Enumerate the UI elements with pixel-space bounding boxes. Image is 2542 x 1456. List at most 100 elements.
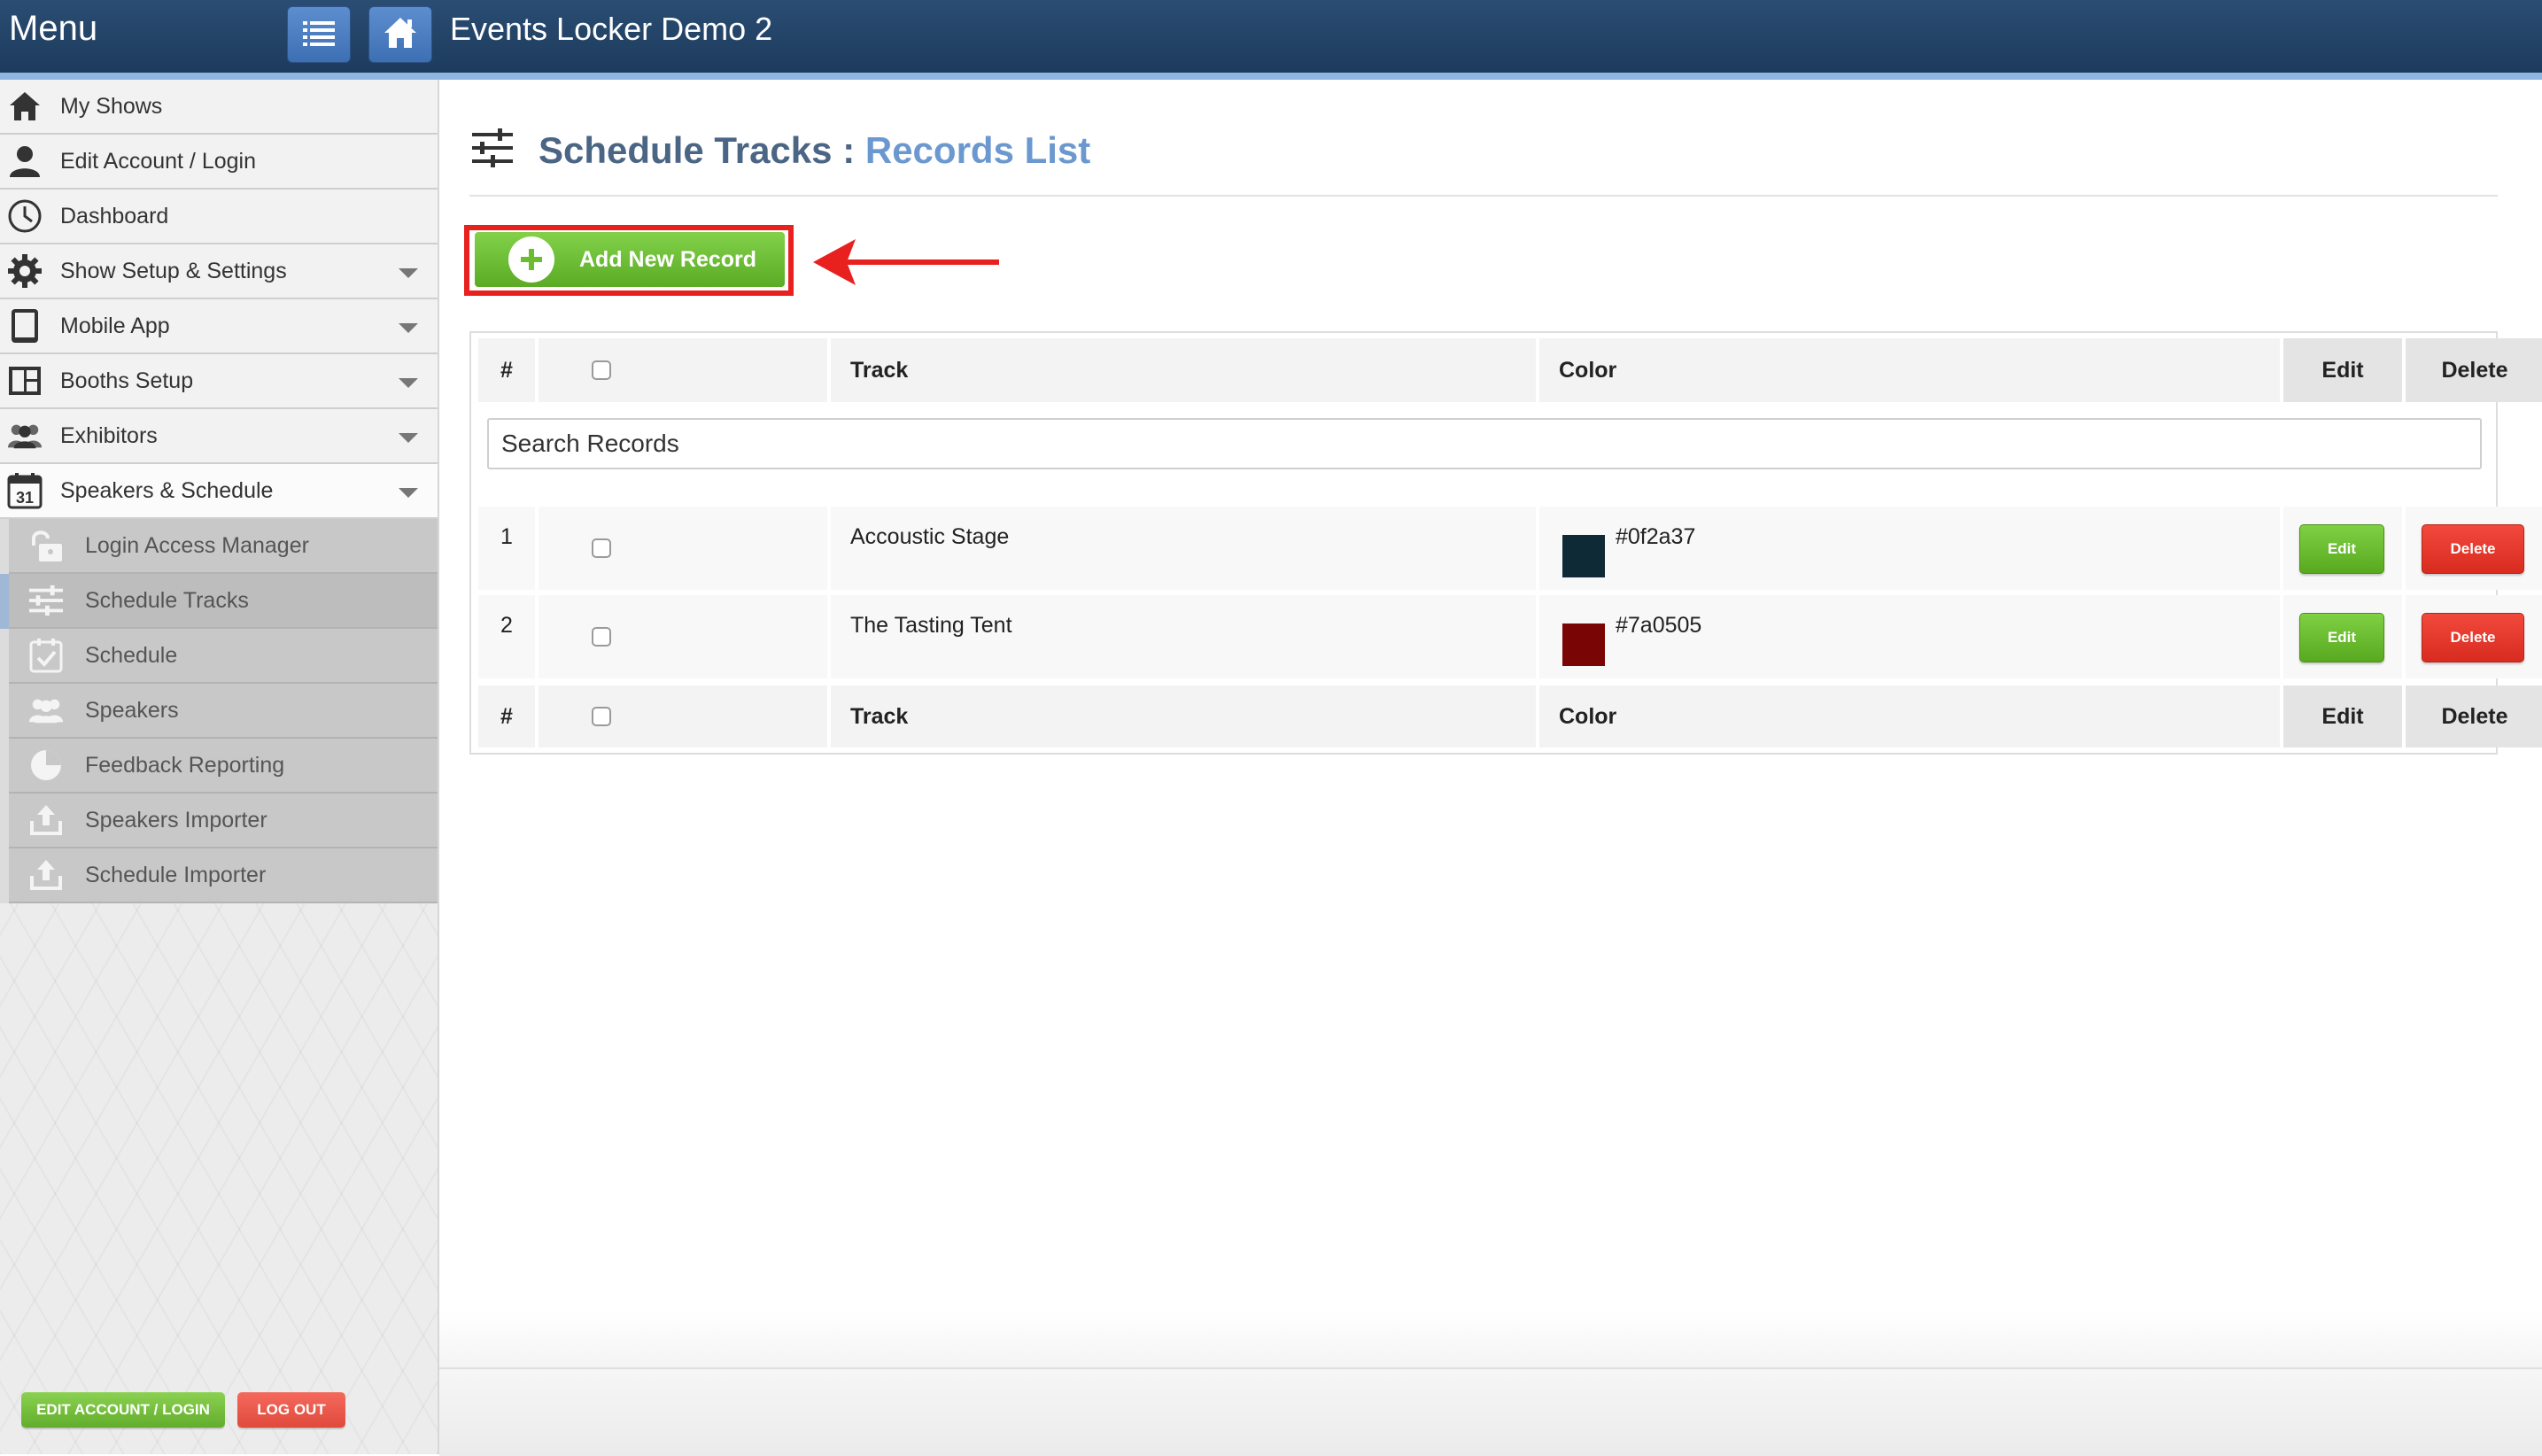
sidebar-item-dashboard[interactable]: Dashboard <box>0 190 438 244</box>
sidebar-item-label: Exhibitors <box>60 422 158 448</box>
sidebar-subitem-feedback-reporting[interactable]: Feedback Reporting <box>9 739 438 794</box>
column-header-num: # <box>478 338 535 402</box>
row-2-edit-cell: Edit <box>2283 595 2402 678</box>
sidebar-item-mobile-app[interactable]: Mobile App <box>0 299 438 354</box>
gear-icon <box>7 253 43 289</box>
sidebar-subitem-schedule[interactable]: Schedule <box>9 629 438 684</box>
upload-icon <box>28 857 64 893</box>
top-bar: Menu Events Locker Demo 2 <box>0 0 2542 80</box>
edit-button[interactable]: Edit <box>2299 524 2384 574</box>
add-new-record-button[interactable]: Add New Record <box>475 232 785 287</box>
sidebar-item-label: Mobile App <box>60 313 170 338</box>
page-title-main: Schedule Tracks <box>539 129 833 171</box>
sidebar-item-label: Booths Setup <box>60 368 194 393</box>
row-2-track: The Tasting Tent <box>831 595 1536 678</box>
list-icon <box>301 18 337 52</box>
sidebar-item-label: Edit Account / Login <box>60 148 256 174</box>
calendar-check-icon <box>28 638 64 673</box>
sidebar-subitem-label: Feedback Reporting <box>85 752 285 778</box>
menu-title[interactable]: Menu <box>9 9 97 49</box>
chevron-down-icon <box>399 268 418 278</box>
row-checkbox[interactable] <box>592 627 611 647</box>
list-button[interactable] <box>287 6 351 63</box>
sidebar-item-label: My Shows <box>60 93 163 119</box>
people-icon <box>7 418 43 453</box>
column-header-track[interactable]: Track <box>831 338 1536 402</box>
sidebar-subitem-speakers[interactable]: Speakers <box>9 684 438 739</box>
edit-button[interactable]: Edit <box>2299 613 2384 662</box>
select-all-cell <box>539 338 827 402</box>
sidebar-subitem-label: Schedule <box>85 642 178 668</box>
clock-icon <box>7 198 43 234</box>
page-subtitle: Records List <box>864 129 1091 171</box>
select-all-checkbox[interactable] <box>592 707 611 726</box>
svg-text:31: 31 <box>16 489 34 507</box>
chevron-down-icon <box>399 488 418 498</box>
color-swatch <box>1562 535 1605 577</box>
row-checkbox[interactable] <box>592 538 611 558</box>
page-footer <box>439 1367 2542 1456</box>
row-2-color: #7a0505 <box>1539 595 2280 678</box>
tablet-icon <box>7 308 43 344</box>
people-icon <box>28 693 64 728</box>
sidebar-item-exhibitors[interactable]: Exhibitors <box>0 409 438 464</box>
color-value: #7a0505 <box>1616 613 1702 638</box>
sidebar-subitem-schedule-importer[interactable]: Schedule Importer <box>9 848 438 903</box>
color-value: #0f2a37 <box>1616 524 1696 549</box>
footer-header-num: # <box>478 685 535 747</box>
row-1-edit-cell: Edit <box>2283 507 2402 590</box>
sidebar-item-label: Show Setup & Settings <box>60 258 287 283</box>
select-all-checkbox[interactable] <box>592 360 611 380</box>
search-input[interactable] <box>487 418 2482 469</box>
unlock-icon <box>28 528 64 563</box>
records-table: # Track Color Edit Delete 1 Accoustic St… <box>469 331 2542 755</box>
sidebar-item-label: Speakers & Schedule <box>60 477 274 503</box>
title-divider <box>469 195 2498 197</box>
layout-icon <box>7 363 43 399</box>
sidebar-item-booths-setup[interactable]: Booths Setup <box>0 354 438 409</box>
home-button[interactable] <box>368 6 432 63</box>
sidebar-subitem-login-access-manager[interactable]: Login Access Manager <box>9 519 438 574</box>
calendar-icon: 31 <box>7 473 43 509</box>
footer-header-track[interactable]: Track <box>831 685 1536 747</box>
sidebar-item-edit-account[interactable]: Edit Account / Login <box>0 135 438 190</box>
plus-icon <box>508 236 554 283</box>
column-header-delete: Delete <box>2406 338 2542 402</box>
sidebar-subitem-speakers-importer[interactable]: Speakers Importer <box>9 794 438 848</box>
sidebar-item-speakers-schedule[interactable]: 31 Speakers & Schedule <box>0 464 438 519</box>
edit-account-button[interactable]: EDIT ACCOUNT / LOGIN <box>21 1392 225 1428</box>
footer-header-edit: Edit <box>2283 685 2402 747</box>
app-title: Events Locker Demo 2 <box>450 11 773 47</box>
sidebar-item-label: Dashboard <box>60 203 169 228</box>
row-1-track: Accoustic Stage <box>831 507 1536 590</box>
user-icon <box>7 143 43 179</box>
sidebar-subitem-schedule-tracks[interactable]: Schedule Tracks <box>9 574 438 629</box>
delete-button[interactable]: Delete <box>2422 524 2524 574</box>
row-2-select <box>539 595 827 678</box>
sidebar-subitem-label: Schedule Importer <box>85 862 267 887</box>
sliders-icon <box>28 583 64 618</box>
footer-header-delete: Delete <box>2406 685 2542 747</box>
chevron-down-icon <box>399 378 418 388</box>
sidebar-subitem-label: Speakers Importer <box>85 807 267 833</box>
chevron-down-icon <box>399 433 418 443</box>
sidebar-item-show-setup[interactable]: Show Setup & Settings <box>0 244 438 299</box>
footer-header-color[interactable]: Color <box>1539 685 2280 747</box>
sidebar-subitem-label: Schedule Tracks <box>85 587 249 613</box>
sliders-icon <box>471 128 514 168</box>
logout-button[interactable]: LOG OUT <box>237 1392 345 1428</box>
arrow-left-icon <box>811 237 1001 291</box>
upload-icon <box>28 802 64 838</box>
row-1-num: 1 <box>478 507 535 590</box>
sidebar-item-my-shows[interactable]: My Shows <box>0 80 438 135</box>
row-2-delete-cell: Delete <box>2406 595 2542 678</box>
row-1-delete-cell: Delete <box>2406 507 2542 590</box>
delete-button[interactable]: Delete <box>2422 613 2524 662</box>
column-header-color[interactable]: Color <box>1539 338 2280 402</box>
column-header-edit: Edit <box>2283 338 2402 402</box>
pie-chart-icon <box>28 747 64 783</box>
footer-select-all-cell <box>539 685 827 747</box>
submenu-selected-marker <box>0 574 9 629</box>
row-1-select <box>539 507 827 590</box>
sidebar-subitem-label: Login Access Manager <box>85 532 309 558</box>
